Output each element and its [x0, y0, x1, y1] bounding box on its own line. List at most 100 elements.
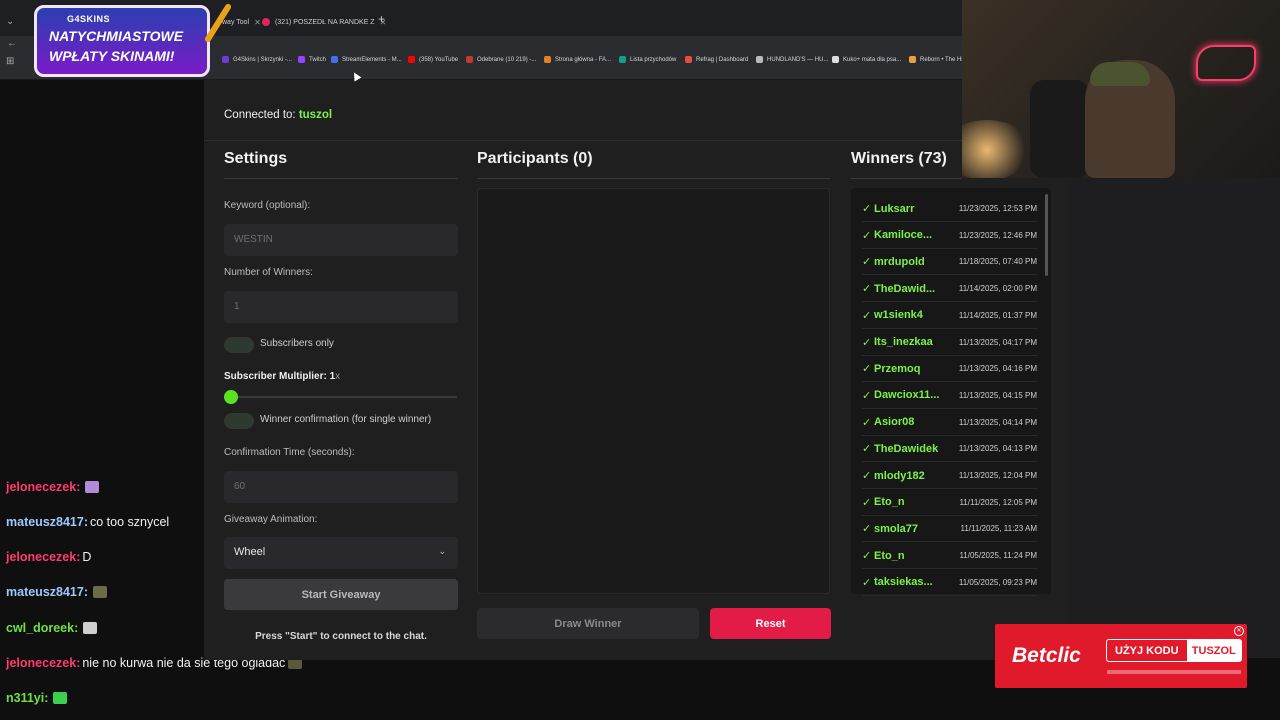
- connected-channel: tuszol: [298, 109, 333, 121]
- connection-status: Connected to: tuszol: [224, 109, 332, 121]
- bookmark-favicon-icon: [298, 56, 305, 63]
- bookmark-favicon-icon: [408, 56, 415, 63]
- winner-confirmation-toggle[interactable]: [224, 413, 254, 429]
- winner-date: 11/13/2025, 12:04 PM: [958, 471, 1037, 480]
- bookmark-favicon-icon: [544, 56, 551, 63]
- multiplier-suffix: x: [335, 371, 341, 382]
- winner-date: 11/23/2025, 12:46 PM: [958, 230, 1037, 240]
- winner-name: Its_inezkaa: [874, 336, 933, 348]
- winner-confirmation-label: Winner confirmation (for single winner): [260, 414, 432, 425]
- participants-list: [477, 188, 830, 594]
- chat-message: mateusz8417:: [6, 585, 107, 599]
- winner-date: 11/13/2025, 04:14 PM: [958, 417, 1037, 427]
- close-icon[interactable]: ✕: [254, 18, 261, 27]
- winner-name: Przemoq: [874, 362, 921, 375]
- winner-row: ✓ Its_inezkaa 11/13/2025, 04:17 PM: [862, 330, 1037, 356]
- apps-icon[interactable]: ⊞: [6, 56, 14, 67]
- chat-username[interactable]: jelonecezek: [6, 656, 76, 670]
- promo-line-2: WPŁATY SKINAMI!: [49, 48, 175, 64]
- winner-date: 11/23/2025, 12:53 PM: [958, 204, 1037, 213]
- bookmark-item[interactable]: Lista przychodów: [619, 56, 676, 63]
- bookmark-item[interactable]: (358) YouTube: [408, 56, 458, 63]
- subscriber-multiplier-label: Subscriber Multiplier: 1x: [224, 371, 340, 382]
- confirmation-time-label: Confirmation Time (seconds):: [224, 447, 355, 458]
- bookmark-label: Reborn • The Hi: [920, 56, 963, 63]
- bookmark-favicon-icon: [909, 56, 916, 63]
- bookmark-favicon-icon: [685, 56, 692, 63]
- chat-username[interactable]: mateusz8417: [6, 515, 84, 529]
- bookmark-favicon-icon: [619, 56, 626, 63]
- connected-prefix: Connected to:: [224, 109, 296, 121]
- bookmark-item[interactable]: Odebrane (10 219) -...: [466, 56, 536, 63]
- emote-icon: [93, 586, 107, 598]
- chat-username[interactable]: n311yi: [6, 691, 44, 705]
- winner-name: mlody182: [874, 469, 925, 482]
- promo-brand: G4SKINS: [67, 14, 111, 24]
- bookmark-label: HUNDLAND'S — HU...: [767, 56, 829, 63]
- draw-winner-button[interactable]: Draw Winner: [477, 608, 699, 639]
- promo-code-label: UŻYJ KODU: [1115, 644, 1179, 657]
- tab-label: way Tool: [222, 18, 250, 26]
- chat-separator: :: [76, 550, 81, 564]
- confirmation-time-input[interactable]: 60: [224, 471, 458, 503]
- bookmark-item[interactable]: Kuko+ mata dla psa...: [832, 56, 901, 63]
- chat-text: co too sznycel: [90, 515, 170, 529]
- chat-username[interactable]: mateusz8417: [6, 585, 84, 599]
- bookmark-label: Refrag | Dashboard: [696, 56, 749, 63]
- bookmark-item[interactable]: G4Skins | Skrzynki -...: [222, 56, 292, 63]
- back-icon[interactable]: ←: [7, 38, 17, 49]
- winner-name: w1sienk4: [874, 309, 923, 322]
- winners-scrollbar[interactable]: [1045, 194, 1048, 276]
- bookmark-label: Strona główna - FA...: [555, 56, 612, 63]
- chevron-down-icon: ⌄: [438, 546, 446, 556]
- bookmark-item[interactable]: Twitch: [298, 56, 326, 63]
- keyword-label: Keyword (optional):: [224, 200, 311, 211]
- winner-date: 11/05/2025, 11:24 PM: [959, 551, 1037, 561]
- winner-name: TheDawid...: [874, 282, 936, 295]
- chat-username[interactable]: jelonecezek: [6, 480, 76, 494]
- winner-date: 11/05/2025, 09:23 PM: [958, 577, 1037, 587]
- bookmark-item[interactable]: Refrag | Dashboard: [685, 56, 748, 63]
- chat-message: jelonecezek:: [6, 480, 100, 494]
- youtube-icon: [262, 18, 270, 26]
- check-icon: ✓: [862, 523, 872, 536]
- winner-row: ✓ smola77 11/11/2025, 11:23 AM: [862, 516, 1037, 543]
- winner-date: 11/13/2025, 04:15 PM: [958, 390, 1037, 400]
- reset-button[interactable]: Reset: [710, 608, 831, 639]
- g4skins-promo-banner: G4SKINS NATYCHMIASTOWE WPŁATY SKINAMI!: [34, 5, 210, 77]
- check-icon: ✓: [862, 283, 872, 296]
- bookmark-favicon-icon: [222, 56, 229, 63]
- promo-code-value: TUSZOL: [1186, 640, 1241, 661]
- winner-date: 11/11/2025, 12:05 PM: [959, 497, 1037, 507]
- subscribers-only-toggle[interactable]: [224, 337, 254, 353]
- bookmark-item[interactable]: Strona główna - FA...: [544, 56, 611, 63]
- chat-message: n311yi:: [6, 691, 68, 705]
- multiplier-slider-thumb[interactable]: [224, 390, 238, 404]
- check-icon: ✓: [862, 336, 872, 349]
- tab-list-icon[interactable]: ⌄: [6, 16, 14, 27]
- animation-label: Giveaway Animation:: [224, 514, 318, 525]
- winner-name: Eto_n: [874, 496, 905, 509]
- bookmark-item[interactable]: Reborn • The Hi: [909, 56, 963, 63]
- close-icon[interactable]: ✕: [1234, 626, 1244, 636]
- winner-row: ✓ Eto_n 11/05/2025, 11:24 PM: [862, 543, 1037, 570]
- animation-value: Wheel: [234, 546, 266, 558]
- chat-separator: :: [83, 585, 88, 599]
- chat-separator: :: [76, 480, 81, 494]
- emote-icon: [83, 622, 98, 634]
- bookmark-favicon-icon: [466, 56, 473, 63]
- winners-count-input[interactable]: 1: [224, 291, 458, 323]
- chat-username[interactable]: jelonecezek: [6, 550, 76, 564]
- chat-username[interactable]: cwl_doreek: [6, 621, 74, 635]
- animation-select[interactable]: Wheel ⌄: [224, 537, 458, 569]
- keyword-input[interactable]: WESTIN: [224, 224, 458, 256]
- bookmark-item[interactable]: StreamElements - M...: [331, 56, 402, 63]
- tab-giveaway-tool[interactable]: way Tool ✕: [222, 12, 261, 32]
- tab-label: (321) POSZEDŁ NA RANDKE Z: [275, 18, 375, 26]
- multiplier-slider-track[interactable]: [231, 396, 457, 398]
- bookmark-item[interactable]: HUNDLAND'S — HU...: [756, 56, 829, 63]
- new-tab-icon[interactable]: +: [378, 12, 385, 26]
- divider: [477, 178, 830, 179]
- tab-youtube[interactable]: (321) POSZEDŁ NA RANDKE Z ✕: [262, 12, 386, 32]
- start-giveaway-button[interactable]: Start Giveaway: [224, 579, 458, 610]
